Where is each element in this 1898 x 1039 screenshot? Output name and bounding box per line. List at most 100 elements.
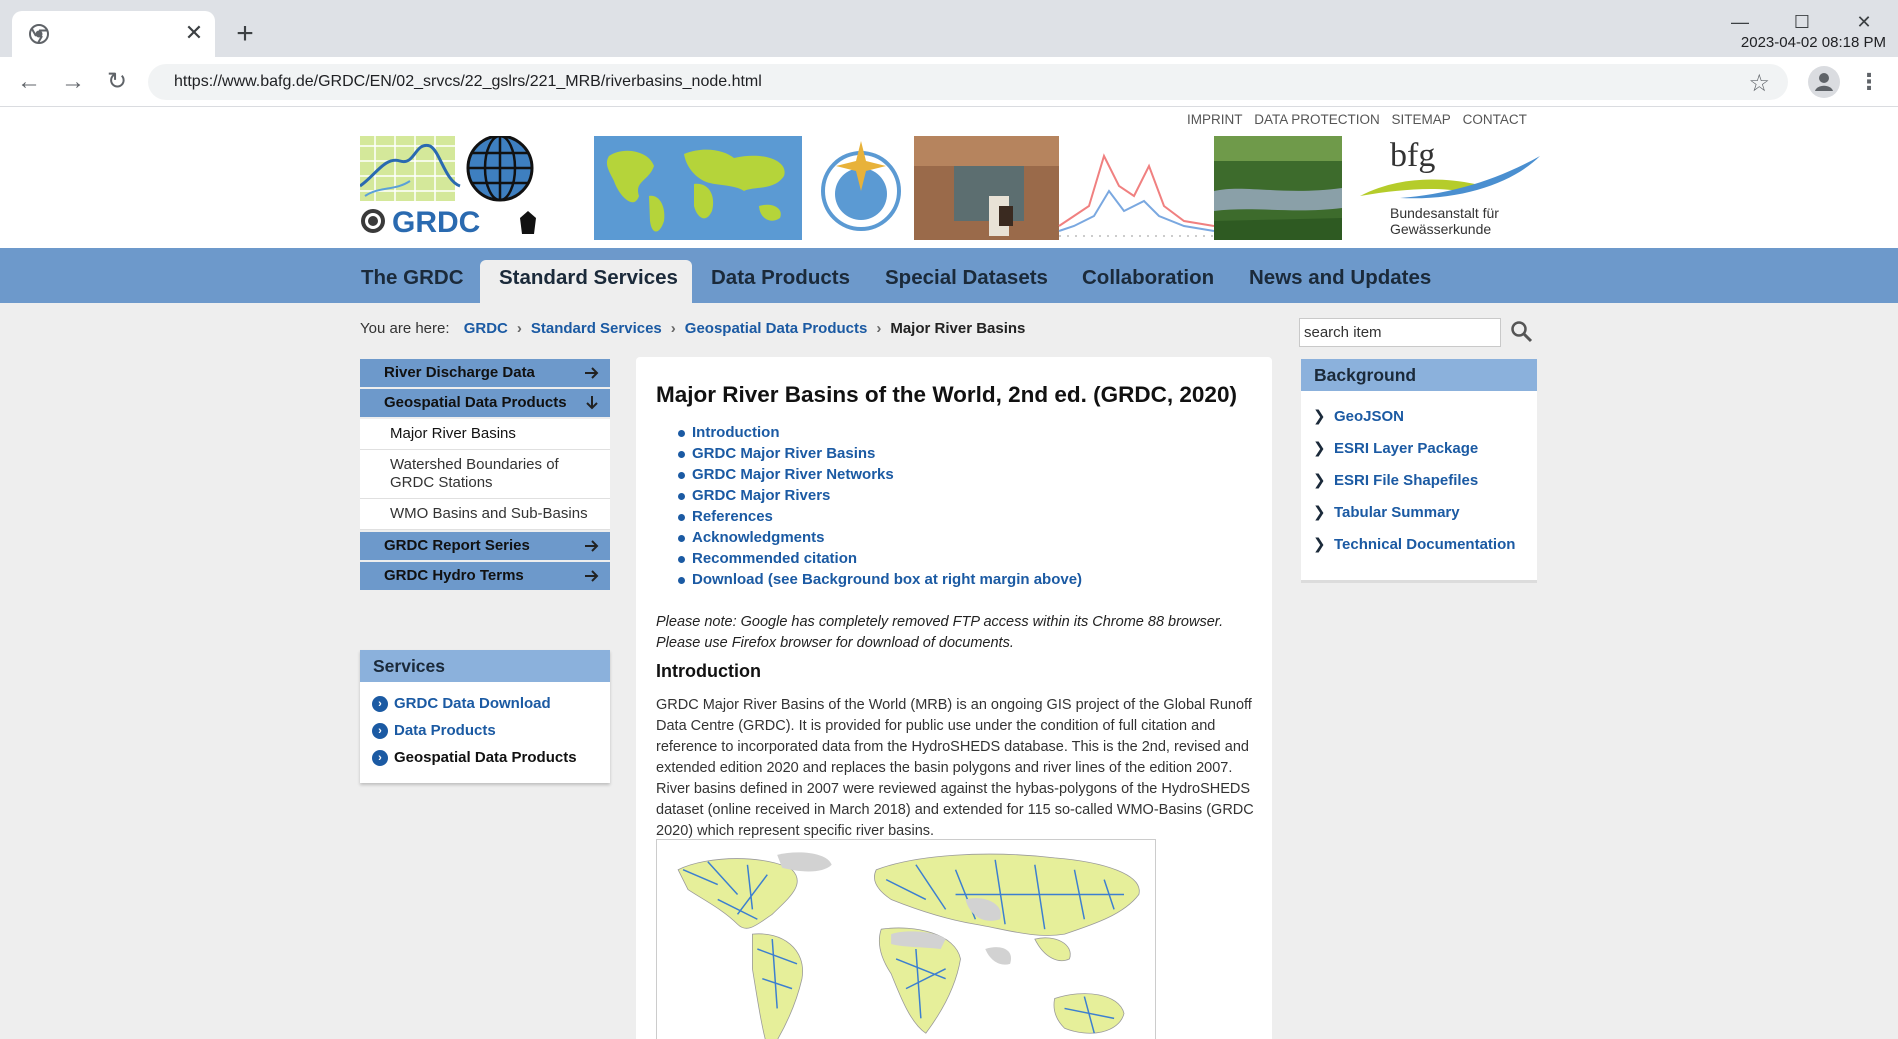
bg-link-technical-documentation[interactable]: ❯ Technical Documentation bbox=[1301, 529, 1537, 561]
breadcrumb: You are here: GRDC › Standard Services › Geo… bbox=[360, 320, 1025, 337]
bg-link-label: GeoJSON bbox=[1334, 408, 1405, 425]
leftnav-sub-major-river-basins[interactable]: Major River Basins bbox=[360, 419, 610, 450]
chevron-right-icon: ❯ bbox=[1313, 504, 1326, 521]
chevron-right-icon: ❯ bbox=[1313, 536, 1326, 553]
leftnav-geospatial-data-products[interactable]: Geospatial Data Products bbox=[360, 389, 610, 417]
introduction-text: GRDC Major River Basins of the World (MR… bbox=[656, 697, 1254, 839]
toc-introduction[interactable]: Introduction bbox=[678, 422, 1082, 443]
arrow-right-icon bbox=[585, 367, 599, 379]
background-title: Background bbox=[1301, 359, 1537, 391]
bg-link-label: ESRI File Shapefiles bbox=[1334, 472, 1479, 489]
search-icon[interactable] bbox=[1510, 320, 1534, 344]
chrome-ftp-note: Please note: Google has completely remov… bbox=[656, 614, 1224, 651]
main-content: Major River Basins of the World, 2nd ed.… bbox=[636, 357, 1272, 1039]
grdc-logo-text: GRDC bbox=[392, 206, 480, 238]
contact-link[interactable]: CONTACT bbox=[1463, 112, 1527, 127]
main-navigation: The GRDC Standard Services Data Products… bbox=[0, 248, 1898, 303]
bookmark-star-icon[interactable]: ☆ bbox=[1748, 69, 1770, 98]
service-data-products[interactable]: › Data Products bbox=[360, 717, 610, 744]
service-geospatial-data-products[interactable]: › Geospatial Data Products bbox=[360, 744, 610, 771]
leftnav-label: River Discharge Data bbox=[384, 364, 535, 381]
left-navigation: River Discharge Data Geospatial Data Pro… bbox=[360, 359, 610, 592]
leftnav-sub-wmo-basins[interactable]: WMO Basins and Sub-Basins bbox=[360, 499, 610, 530]
toc-major-river-networks[interactable]: GRDC Major River Networks bbox=[678, 464, 1082, 485]
chevron-circle-icon: › bbox=[372, 723, 388, 739]
nav-the-grdc[interactable]: The GRDC bbox=[361, 266, 464, 290]
browser-menu-icon[interactable]: ⋮ bbox=[1858, 69, 1880, 97]
leftnav-river-discharge-data[interactable]: River Discharge Data bbox=[360, 359, 610, 387]
breadcrumb-chevron-icon: › bbox=[670, 320, 676, 337]
profile-avatar-icon[interactable] bbox=[1808, 66, 1840, 98]
bfg-logo-sub2: Gewässerkunde bbox=[1390, 221, 1491, 237]
arrow-down-icon bbox=[586, 396, 598, 410]
toc-recommended-citation[interactable]: Recommended citation bbox=[678, 548, 1082, 569]
page-title: Major River Basins of the World, 2nd ed.… bbox=[656, 382, 1237, 407]
browser-toolbar: ← → ↻ https://www.bafg.de/GRDC/EN/02_srv… bbox=[0, 57, 1898, 107]
bfg-logo[interactable]: bfg Bundesanstalt für Gewässerkunde bbox=[1355, 136, 1540, 240]
browser-tab[interactable]: ✕ bbox=[12, 11, 215, 57]
breadcrumb-link-grdc[interactable]: GRDC bbox=[464, 320, 508, 337]
top-utility-links: IMPRINT DATA PROTECTION SITEMAP CONTACT bbox=[1187, 112, 1535, 127]
bg-link-label: Tabular Summary bbox=[1334, 504, 1460, 521]
leftnav-grdc-hydro-terms[interactable]: GRDC Hydro Terms bbox=[360, 562, 610, 590]
toc-major-river-basins[interactable]: GRDC Major River Basins bbox=[678, 443, 1082, 464]
back-arrow-icon[interactable]: ← bbox=[14, 67, 44, 97]
chrome-favicon-icon bbox=[29, 24, 49, 44]
bfg-logo-sub1: Bundesanstalt für bbox=[1390, 205, 1499, 221]
arrow-right-icon bbox=[585, 540, 599, 552]
nav-collaboration[interactable]: Collaboration bbox=[1082, 266, 1214, 290]
reload-icon[interactable]: ↻ bbox=[102, 67, 132, 97]
toc-references[interactable]: References bbox=[678, 506, 1082, 527]
breadcrumb-link-standard-services[interactable]: Standard Services bbox=[531, 320, 662, 337]
chevron-right-icon: ❯ bbox=[1313, 440, 1326, 457]
leftnav-label: Geospatial Data Products bbox=[384, 394, 567, 411]
address-bar[interactable]: https://www.bafg.de/GRDC/EN/02_srvcs/22_… bbox=[148, 64, 1788, 100]
header-banner-images bbox=[594, 136, 1342, 240]
nav-data-products[interactable]: Data Products bbox=[711, 266, 850, 290]
background-box: Background ❯ GeoJSON ❯ ESRI Layer Packag… bbox=[1301, 359, 1537, 583]
background-links: ❯ GeoJSON ❯ ESRI Layer Package ❯ ESRI Fi… bbox=[1301, 391, 1537, 561]
chevron-circle-icon: › bbox=[372, 750, 388, 766]
breadcrumb-prefix: You are here: bbox=[360, 320, 450, 337]
tab-close-icon[interactable]: ✕ bbox=[182, 21, 206, 45]
imprint-link[interactable]: IMPRINT bbox=[1187, 112, 1243, 127]
bg-link-tabular-summary[interactable]: ❯ Tabular Summary bbox=[1301, 497, 1537, 529]
forward-arrow-icon[interactable]: → bbox=[58, 67, 88, 97]
clock: 2023-04-02 08:18 PM bbox=[1740, 34, 1886, 51]
world-river-basins-map[interactable] bbox=[656, 839, 1156, 1039]
leftnav-grdc-report-series[interactable]: GRDC Report Series bbox=[360, 532, 610, 560]
url-text[interactable]: https://www.bafg.de/GRDC/EN/02_srvcs/22_… bbox=[174, 73, 762, 91]
chevron-circle-icon: › bbox=[372, 696, 388, 712]
new-tab-plus-icon[interactable]: + bbox=[230, 19, 260, 50]
data-protection-link[interactable]: DATA PROTECTION bbox=[1254, 112, 1380, 127]
introduction-heading: Introduction bbox=[656, 661, 761, 681]
toc-download[interactable]: Download (see Background box at right ma… bbox=[678, 569, 1082, 590]
breadcrumb-chevron-icon: › bbox=[876, 320, 882, 337]
breadcrumb-chevron-icon: › bbox=[516, 320, 522, 337]
table-of-contents: Introduction GRDC Major River Basins GRD… bbox=[678, 422, 1082, 590]
bg-link-geojson[interactable]: ❯ GeoJSON bbox=[1301, 401, 1537, 433]
search-input[interactable] bbox=[1299, 318, 1501, 347]
toc-acknowledgments[interactable]: Acknowledgments bbox=[678, 527, 1082, 548]
grdc-logo[interactable]: GRDC bbox=[360, 136, 545, 238]
sitemap-link[interactable]: SITEMAP bbox=[1392, 112, 1451, 127]
breadcrumb-link-geospatial[interactable]: Geospatial Data Products bbox=[685, 320, 868, 337]
nav-standard-services[interactable]: Standard Services bbox=[499, 266, 678, 290]
web-page: IMPRINT DATA PROTECTION SITEMAP CONTACT … bbox=[0, 108, 1898, 1039]
leftnav-label: GRDC Hydro Terms bbox=[384, 567, 524, 584]
service-label: GRDC Data Download bbox=[394, 695, 551, 712]
chevron-right-icon: ❯ bbox=[1313, 408, 1326, 425]
services-box: Services › GRDC Data Download › Data Pro… bbox=[360, 650, 610, 783]
bg-link-esri-layer-package[interactable]: ❯ ESRI Layer Package bbox=[1301, 433, 1537, 465]
leftnav-sub-watershed-boundaries[interactable]: Watershed Boundaries of GRDC Stations bbox=[360, 450, 610, 499]
chevron-right-icon: ❯ bbox=[1313, 472, 1326, 489]
nav-news-and-updates[interactable]: News and Updates bbox=[1249, 266, 1431, 290]
toc-major-rivers[interactable]: GRDC Major Rivers bbox=[678, 485, 1082, 506]
bg-link-esri-file-shapefiles[interactable]: ❯ ESRI File Shapefiles bbox=[1301, 465, 1537, 497]
breadcrumb-current: Major River Basins bbox=[890, 320, 1026, 337]
bfg-logo-text: bfg bbox=[1390, 137, 1435, 174]
service-label: Geospatial Data Products bbox=[394, 749, 577, 766]
browser-tab-strip: ✕ + — ☐ ✕ 2023-04-02 08:18 PM bbox=[0, 0, 1898, 57]
service-grdc-data-download[interactable]: › GRDC Data Download bbox=[360, 690, 610, 717]
nav-special-datasets[interactable]: Special Datasets bbox=[885, 266, 1048, 290]
